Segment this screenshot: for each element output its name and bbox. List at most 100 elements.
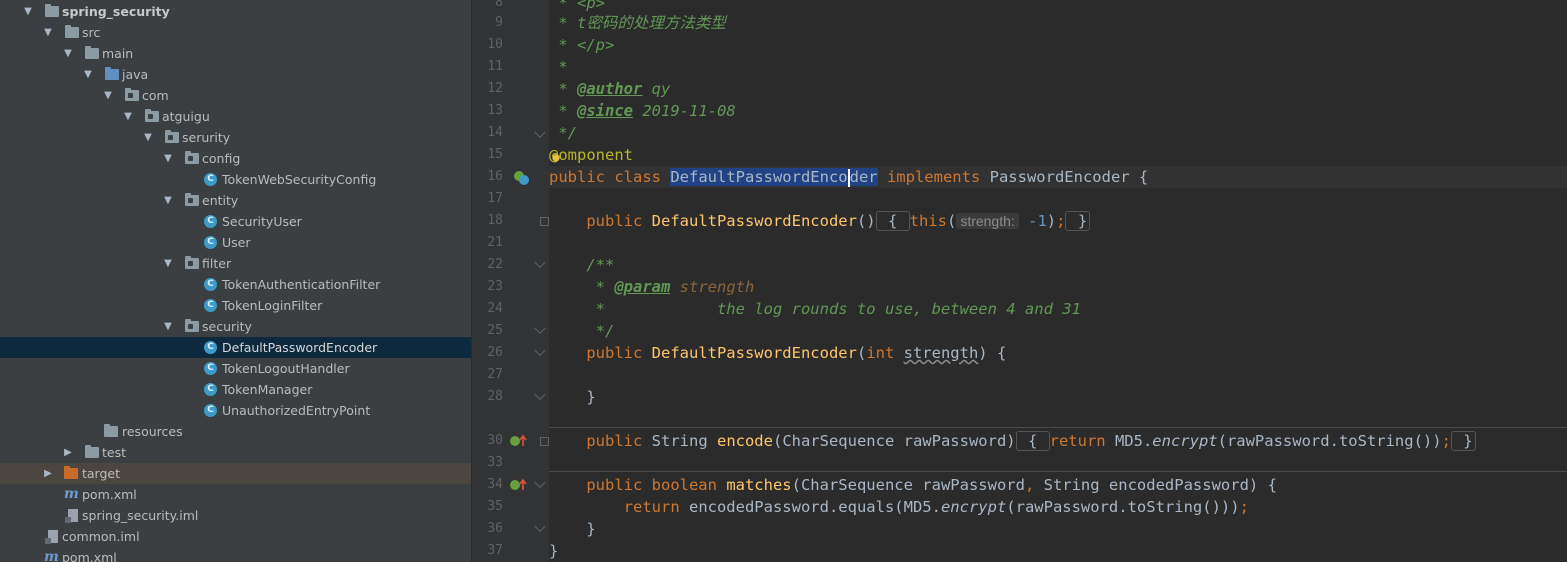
expand-arrow-icon[interactable]: ▼ — [142, 127, 154, 148]
expand-arrow-icon[interactable]: ▼ — [162, 316, 174, 337]
code-line-36: } — [549, 520, 596, 538]
fold-end-icon[interactable] — [540, 524, 549, 533]
tree-item-atguigu[interactable]: ▼ atguigu — [0, 106, 471, 127]
spring-bean-icon[interactable] — [513, 170, 529, 186]
package-icon — [125, 88, 139, 101]
class-icon: C — [204, 383, 217, 396]
tree-item-token-manager[interactable]: C TokenManager — [0, 379, 471, 400]
source-folder-icon — [105, 67, 119, 80]
code-line-16: public class DefaultPasswordEnco der impl… — [549, 166, 1567, 188]
code-line-9: * t密码的处理方法类型 — [549, 14, 726, 32]
tree-item-token-logout-handler[interactable]: C TokenLogoutHandler — [0, 358, 471, 379]
expand-arrow-icon[interactable]: ▼ — [102, 85, 114, 106]
folder-icon — [65, 25, 79, 38]
line-number: 15 — [487, 147, 503, 162]
tree-item-security[interactable]: ▼ security — [0, 316, 471, 337]
expand-arrow-icon[interactable]: ▼ — [22, 1, 34, 22]
tree-item-src[interactable]: ▼ src — [0, 22, 471, 43]
tree-item-serurity[interactable]: ▼ serurity — [0, 127, 471, 148]
class-icon: C — [204, 173, 217, 186]
tree-item-spring-security-iml[interactable]: spring_security.iml — [0, 505, 471, 526]
fold-end-icon[interactable] — [540, 130, 549, 139]
tree-item-token-web-security-config[interactable]: C TokenWebSecurityConfig — [0, 169, 471, 190]
line-number: 17 — [487, 191, 503, 206]
code-line-30: public String encode(CharSequence rawPas… — [549, 430, 1567, 452]
tree-item-label: pom.xml — [62, 550, 117, 562]
fold-expand-icon[interactable] — [540, 437, 549, 446]
fold-expand-icon[interactable] — [540, 217, 549, 226]
tree-item-resources[interactable]: resources — [0, 421, 471, 442]
tree-item-token-authentication-filter[interactable]: C TokenAuthenticationFilter — [0, 274, 471, 295]
code-line-25: */ — [549, 322, 615, 340]
collapse-arrow-icon[interactable]: ▶ — [62, 442, 74, 463]
class-icon: C — [204, 299, 217, 312]
expand-arrow-icon[interactable]: ▼ — [82, 64, 94, 85]
fold-collapse-icon[interactable] — [540, 260, 549, 269]
method-separator — [549, 471, 1567, 472]
expand-arrow-icon[interactable]: ▼ — [62, 43, 74, 64]
tree-item-label: com — [142, 88, 169, 103]
line-number: 28 — [487, 389, 503, 404]
code-line-10: * </p> — [549, 36, 615, 54]
expand-arrow-icon[interactable]: ▼ — [42, 22, 54, 43]
implements-method-icon[interactable] — [509, 478, 527, 492]
fold-collapse-icon[interactable] — [540, 480, 549, 489]
package-icon — [165, 130, 179, 143]
tree-item-filter[interactable]: ▼ filter — [0, 253, 471, 274]
tree-item-label: spring_security.iml — [82, 508, 199, 523]
line-number: 33 — [487, 455, 503, 470]
code-line-24: * the log rounds to use, between 4 and 3… — [549, 300, 1081, 318]
tree-item-java[interactable]: ▼ java — [0, 64, 471, 85]
tree-item-security-user[interactable]: C SecurityUser — [0, 211, 471, 232]
tree-item-token-login-filter[interactable]: C TokenLoginFilter — [0, 295, 471, 316]
tree-item-label: TokenManager — [222, 382, 313, 397]
class-icon: C — [204, 215, 217, 228]
package-icon — [185, 151, 199, 164]
tree-item-label: pom.xml — [82, 487, 137, 502]
line-number: 22 — [487, 257, 503, 272]
tree-item-label: spring_security — [62, 4, 170, 19]
class-icon: C — [204, 341, 217, 354]
tree-item-common-iml[interactable]: common.iml — [0, 526, 471, 547]
code-line-22: /** — [549, 256, 615, 274]
tree-item-label: filter — [202, 256, 232, 271]
tree-item-pom-xml-root[interactable]: m pom.xml — [0, 547, 471, 562]
tree-item-unauthorized-entry-point[interactable]: C UnauthorizedEntryPoint — [0, 400, 471, 421]
line-number: 14 — [487, 125, 503, 140]
folder-icon — [85, 445, 99, 458]
parameter-hint: strength: — [956, 213, 1019, 229]
tree-item-target[interactable]: ▶ target — [0, 463, 471, 484]
tree-item-label: resources — [122, 424, 183, 439]
expand-arrow-icon[interactable]: ▼ — [162, 253, 174, 274]
line-number: 24 — [487, 301, 503, 316]
line-number: 23 — [487, 279, 503, 294]
tree-item-label: src — [82, 25, 101, 40]
tree-item-entity[interactable]: ▼ entity — [0, 190, 471, 211]
editor-gutter[interactable]: 8 9 10 11 12 13 14 15 16 17 18 21 22 23 … — [477, 0, 549, 562]
fold-end-icon[interactable] — [540, 326, 549, 335]
tree-item-label: TokenLogoutHandler — [222, 361, 350, 376]
tree-item-user[interactable]: C User — [0, 232, 471, 253]
fold-collapse-icon[interactable] — [540, 348, 549, 357]
expand-arrow-icon[interactable]: ▼ — [122, 106, 134, 127]
tree-item-test[interactable]: ▶ test — [0, 442, 471, 463]
code-line-13: * @since 2019-11-08 — [549, 102, 736, 120]
module-file-icon — [65, 509, 78, 523]
module-file-icon — [45, 530, 58, 544]
tree-item-config[interactable]: ▼ config — [0, 148, 471, 169]
expand-arrow-icon[interactable]: ▼ — [162, 190, 174, 211]
code-line-34: public boolean matches(CharSequence rawP… — [549, 476, 1277, 494]
implements-method-icon[interactable] — [509, 434, 527, 448]
tree-item-main[interactable]: ▼ main — [0, 43, 471, 64]
tree-item-default-password-encoder[interactable]: C DefaultPasswordEncoder — [0, 337, 471, 358]
collapse-arrow-icon[interactable]: ▶ — [42, 463, 54, 484]
line-number: 16 — [487, 169, 503, 184]
tree-item-pom-xml[interactable]: m pom.xml — [0, 484, 471, 505]
fold-end-icon[interactable] — [540, 392, 549, 401]
line-number: 18 — [487, 213, 503, 228]
code-editor[interactable]: * <p> * t密码的处理方法类型 * </p> * * @author qy… — [549, 0, 1567, 562]
tree-item-com[interactable]: ▼ com — [0, 85, 471, 106]
class-icon: C — [204, 236, 217, 249]
expand-arrow-icon[interactable]: ▼ — [162, 148, 174, 169]
tree-item-spring-security[interactable]: ▼ spring_security — [0, 1, 471, 22]
